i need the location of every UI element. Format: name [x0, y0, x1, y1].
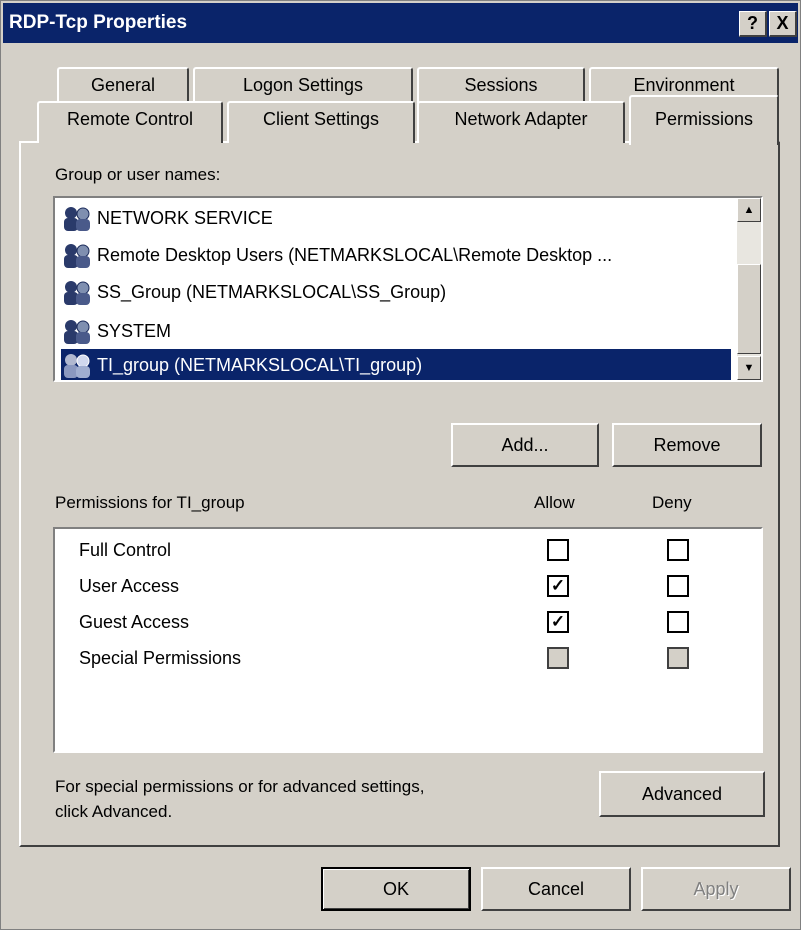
deny-header: Deny — [652, 493, 692, 512]
user-access-deny-checkbox[interactable] — [667, 575, 689, 597]
add-button[interactable]: Add... — [451, 423, 599, 467]
close-button[interactable]: X — [769, 11, 797, 37]
tab-client-settings[interactable]: Client Settings — [227, 101, 415, 143]
list-item-label: SS_Group (NETMARKSLOCAL\SS_Group) — [97, 282, 447, 302]
window-title: RDP-Tcp Properties — [9, 12, 188, 33]
group-user-list[interactable]: NETWORK SERVICE Remote Desktop Users (NE… — [53, 196, 763, 382]
permission-row-special-permissions: Special Permissions — [79, 648, 242, 668]
advanced-hint-line1: For special permissions or for advanced … — [55, 777, 425, 796]
guest-access-allow-checkbox[interactable]: ✓ — [547, 611, 569, 633]
permissions-label: Permissions for TI_group — [55, 493, 245, 512]
tab-network-adapter[interactable]: Network Adapter — [417, 101, 625, 143]
advanced-button[interactable]: Advanced — [599, 771, 765, 817]
cancel-button[interactable]: Cancel — [481, 867, 631, 911]
user-group-icon — [61, 242, 95, 270]
ok-button[interactable]: OK — [321, 867, 471, 911]
title-bar[interactable]: RDP-Tcp Properties ? X — [3, 3, 798, 43]
permission-row-full-control: Full Control — [79, 540, 172, 560]
permission-row-user-access: User Access — [79, 576, 180, 596]
permissions-list: Full Control User Access ✓ Guest Access … — [53, 527, 763, 753]
tab-logon-settings[interactable]: Logon Settings — [193, 67, 413, 103]
list-item-selected[interactable]: TI_group (NETMARKSLOCAL\TI_group) — [61, 349, 731, 380]
list-item[interactable]: SYSTEM — [61, 315, 729, 347]
list-item[interactable]: SS_Group (NETMARKSLOCAL\SS_Group) — [61, 276, 729, 308]
tab-permissions[interactable]: Permissions — [629, 95, 779, 145]
tab-general[interactable]: General — [57, 67, 189, 103]
scroll-down-button[interactable]: ▼ — [737, 356, 761, 380]
full-control-allow-checkbox[interactable] — [547, 539, 569, 561]
allow-header: Allow — [534, 493, 575, 512]
user-group-icon — [61, 318, 95, 346]
advanced-hint-line2: click Advanced. — [55, 802, 173, 821]
list-item[interactable]: NETWORK SERVICE — [61, 202, 729, 234]
scroll-up-button[interactable]: ▲ — [737, 198, 761, 222]
list-item-label: TI_group (NETMARKSLOCAL\TI_group) — [97, 355, 423, 375]
special-permissions-allow-checkbox — [547, 647, 569, 669]
group-list-label: Group or user names: — [55, 165, 221, 184]
apply-button[interactable]: Apply — [641, 867, 791, 911]
tab-sessions[interactable]: Sessions — [417, 67, 585, 103]
special-permissions-deny-checkbox — [667, 647, 689, 669]
list-item[interactable]: Remote Desktop Users (NETMARKSLOCAL\Remo… — [61, 239, 729, 271]
properties-dialog: RDP-Tcp Properties ? X General Logon Set… — [0, 0, 801, 930]
user-access-allow-checkbox[interactable]: ✓ — [547, 575, 569, 597]
permission-row-guest-access: Guest Access — [79, 612, 190, 632]
scroll-thumb[interactable] — [737, 264, 761, 354]
help-button[interactable]: ? — [739, 11, 767, 37]
user-group-icon — [61, 205, 95, 233]
user-group-icon — [61, 279, 95, 307]
list-item-label: NETWORK SERVICE — [97, 208, 273, 228]
list-item-label: SYSTEM — [97, 321, 172, 341]
user-group-icon — [61, 352, 95, 380]
tab-remote-control[interactable]: Remote Control — [37, 101, 223, 143]
vertical-scrollbar[interactable]: ▲ ▼ — [737, 198, 761, 380]
guest-access-deny-checkbox[interactable] — [667, 611, 689, 633]
full-control-deny-checkbox[interactable] — [667, 539, 689, 561]
remove-button[interactable]: Remove — [612, 423, 762, 467]
list-item-label: Remote Desktop Users (NETMARKSLOCAL\Remo… — [97, 245, 613, 265]
